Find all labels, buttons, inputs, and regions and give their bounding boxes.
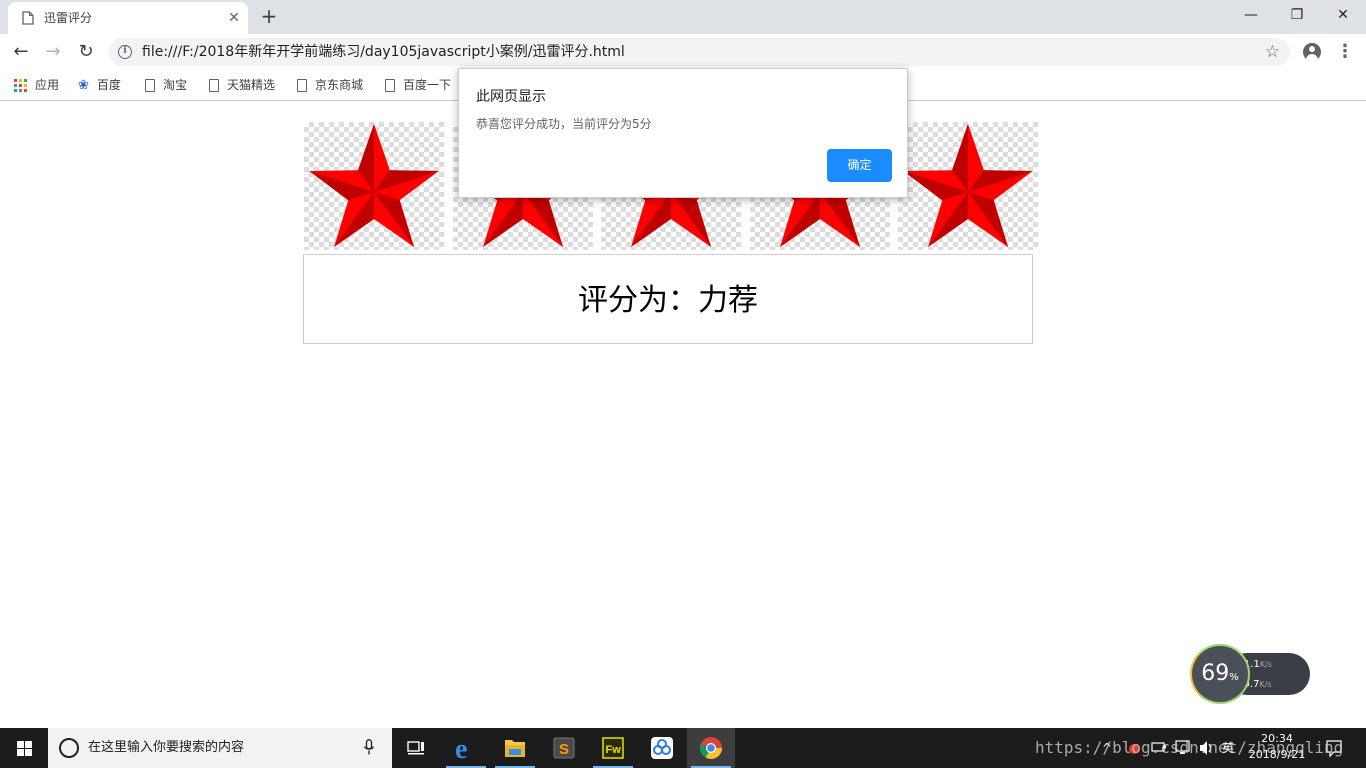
close-window-button[interactable]: ✕ bbox=[1320, 0, 1366, 30]
baidu-paw-icon: ❀ bbox=[78, 77, 89, 93]
minimize-button[interactable]: — bbox=[1228, 0, 1274, 30]
browser-toolbar: ← → ↻ i file:///F:/2018年新年开学前端练习/day105j… bbox=[0, 34, 1366, 70]
bookmark-baidu[interactable]: ❀ 百度 bbox=[78, 76, 121, 94]
star-icon bbox=[309, 124, 439, 247]
bookmark-label: 天猫精选 bbox=[227, 78, 276, 92]
baidu-netdisk-icon[interactable] bbox=[638, 728, 686, 768]
forward-arrow-icon[interactable]: → bbox=[40, 39, 66, 65]
svg-text:S: S bbox=[559, 741, 569, 758]
info-icon[interactable]: i bbox=[118, 45, 132, 59]
page-icon bbox=[22, 11, 34, 25]
bookmark-taobao[interactable]: 淘宝 bbox=[145, 76, 187, 94]
rating-star-5[interactable] bbox=[898, 122, 1038, 250]
bookmark-star-icon[interactable]: ☆ bbox=[1265, 41, 1280, 63]
back-arrow-icon[interactable]: ← bbox=[8, 39, 34, 65]
url-text[interactable]: file:///F:/2018年新年开学前端练习/day105javascrip… bbox=[142, 43, 625, 61]
apps-grid-icon bbox=[14, 79, 27, 92]
star-icon bbox=[903, 124, 1033, 247]
browser-tab[interactable]: 迅雷评分 ✕ bbox=[8, 2, 248, 34]
address-bar[interactable]: i file:///F:/2018年新年开学前端练习/day105javascr… bbox=[108, 38, 1290, 66]
bookmark-baidu-search[interactable]: 百度一下 bbox=[385, 76, 451, 94]
ok-button[interactable]: 确定 bbox=[827, 149, 892, 182]
page-icon bbox=[297, 79, 307, 92]
sublime-text-icon[interactable]: S bbox=[540, 728, 588, 768]
alert-dialog: 此网页显示 恭喜您评分成功，当前评分为5分 确定 bbox=[458, 68, 908, 198]
bookmark-apps[interactable]: 应用 bbox=[14, 76, 59, 94]
bookmark-label: 应用 bbox=[35, 78, 60, 92]
task-view-icon[interactable] bbox=[392, 728, 440, 768]
reload-icon[interactable]: ↻ bbox=[73, 39, 99, 65]
page-icon bbox=[385, 79, 395, 92]
microphone-icon[interactable] bbox=[364, 739, 374, 756]
bookmark-label: 百度 bbox=[96, 78, 121, 92]
page-icon bbox=[209, 79, 219, 92]
rating-star-1[interactable] bbox=[304, 122, 444, 250]
tab-strip: 迅雷评分 ✕ + — ❐ ✕ bbox=[0, 0, 1366, 34]
menu-dots-icon[interactable]: ⋮ bbox=[1336, 39, 1354, 65]
edge-browser-icon[interactable]: e bbox=[442, 728, 490, 768]
cortana-icon[interactable] bbox=[59, 738, 79, 758]
svg-text:Fw: Fw bbox=[606, 744, 622, 756]
search-placeholder: 在这里输入你要搜索的内容 bbox=[88, 740, 245, 755]
svg-text:e: e bbox=[455, 734, 467, 765]
rating-result-text: 评分为：力荐 bbox=[578, 283, 758, 318]
tab-title: 迅雷评分 bbox=[44, 11, 93, 25]
new-tab-plus-icon[interactable]: + bbox=[258, 5, 280, 27]
restore-button[interactable]: ❐ bbox=[1274, 0, 1320, 30]
network-monitor-widget[interactable]: ↑41.1K/s ↓0.7K/s 69% bbox=[1190, 644, 1310, 704]
bookmark-tmall[interactable]: 天猫精选 bbox=[209, 76, 275, 94]
dialog-title: 此网页显示 bbox=[476, 89, 546, 105]
watermark-text: https://blog.csdn.net/zhangqling bbox=[1035, 738, 1344, 757]
bookmark-label: 京东商城 bbox=[315, 78, 364, 92]
file-explorer-icon[interactable] bbox=[491, 728, 539, 768]
page-icon bbox=[145, 79, 155, 92]
rating-result-box: 评分为：力荐 bbox=[303, 254, 1033, 344]
profile-avatar-icon[interactable] bbox=[1303, 43, 1321, 61]
memory-usage-gauge: 69% bbox=[1190, 644, 1250, 704]
windows-logo-icon bbox=[17, 741, 24, 748]
taskbar-search-box[interactable]: 在这里输入你要搜索的内容 bbox=[48, 728, 392, 768]
tab-close-icon[interactable]: ✕ bbox=[226, 10, 242, 26]
memory-usage-value: 69% bbox=[1201, 661, 1239, 686]
bookmark-label: 淘宝 bbox=[163, 78, 188, 92]
bookmark-label: 百度一下 bbox=[403, 78, 452, 92]
chrome-icon[interactable] bbox=[687, 728, 735, 768]
dialog-message: 恭喜您评分成功，当前评分为5分 bbox=[476, 117, 652, 131]
bookmark-jd[interactable]: 京东商城 bbox=[297, 76, 363, 94]
windows-start-button[interactable] bbox=[0, 728, 48, 768]
fireworks-icon[interactable]: Fw bbox=[589, 728, 637, 768]
